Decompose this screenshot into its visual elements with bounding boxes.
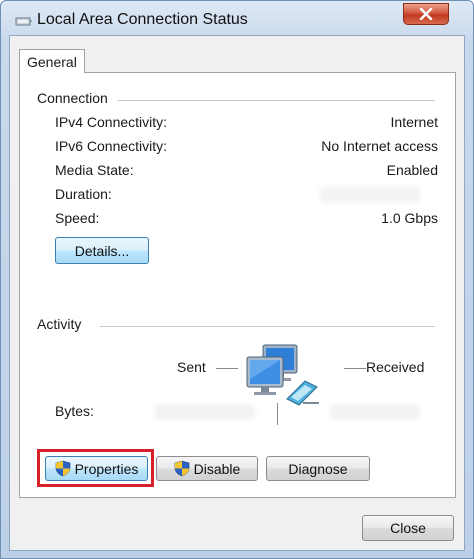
window-title: Local Area Connection Status	[37, 11, 248, 28]
diagnose-button[interactable]: Diagnose	[266, 456, 370, 481]
sent-label: Sent	[177, 359, 206, 375]
connection-heading: Connection	[37, 90, 108, 106]
speed-label: Speed:	[55, 210, 100, 226]
sent-line	[216, 368, 238, 369]
duration-value-redacted	[320, 187, 420, 203]
activity-divider	[100, 326, 435, 327]
diagnose-button-label: Diagnose	[288, 460, 348, 477]
close-button[interactable]: Close	[362, 515, 454, 541]
close-button-label: Close	[390, 520, 426, 536]
activity-heading: Activity	[37, 316, 82, 332]
properties-button-label: Properties	[74, 460, 139, 477]
details-button[interactable]: Details...	[55, 237, 149, 264]
close-icon	[419, 8, 433, 20]
status-window: Local Area Connection Status General Con…	[0, 0, 474, 559]
ipv6-value: No Internet access	[321, 138, 438, 154]
media-state-value: Enabled	[386, 162, 438, 178]
tab-general[interactable]: General	[19, 49, 85, 73]
connection-divider	[118, 100, 435, 101]
received-line	[344, 368, 366, 369]
bytes-sent-redacted	[155, 404, 255, 420]
ipv4-label: IPv4 Connectivity:	[55, 114, 168, 130]
network-computers-icon	[246, 344, 319, 406]
properties-button[interactable]: Properties	[45, 456, 148, 481]
bytes-received-redacted	[330, 404, 420, 420]
ipv6-label: IPv6 Connectivity:	[55, 138, 168, 154]
duration-label: Duration:	[55, 186, 112, 202]
ipv4-value: Internet	[390, 114, 438, 130]
disable-button-label: Disable	[193, 460, 241, 477]
network-status-icon	[15, 17, 32, 26]
bytes-label: Bytes:	[55, 403, 94, 419]
bytes-separator	[277, 403, 278, 425]
received-label: Received	[366, 359, 425, 375]
dialog-client: General Connection IPv4 Connectivity: In…	[9, 35, 465, 551]
uac-shield-icon	[174, 460, 189, 477]
general-panel: Connection IPv4 Connectivity: Internet I…	[19, 72, 456, 498]
details-button-label: Details...	[74, 242, 130, 259]
window-close-button[interactable]	[403, 3, 449, 25]
speed-value: 1.0 Gbps	[381, 210, 438, 226]
disable-button[interactable]: Disable	[156, 456, 258, 481]
uac-shield-icon	[55, 460, 70, 477]
media-state-label: Media State:	[55, 162, 134, 178]
